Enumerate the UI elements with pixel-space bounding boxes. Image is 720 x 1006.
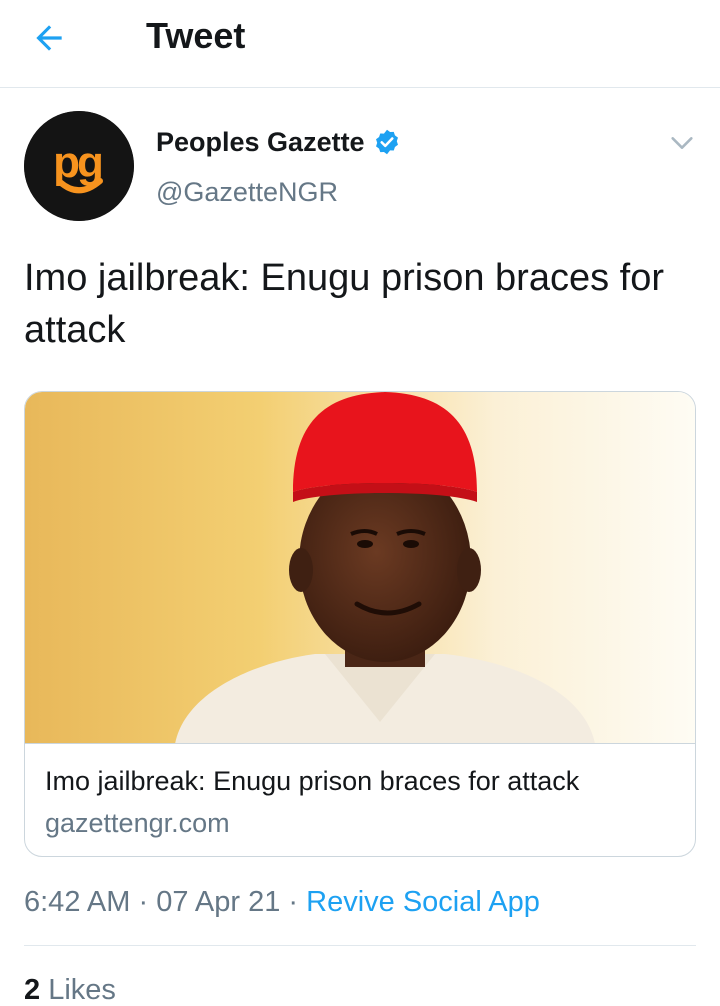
card-title: Imo jailbreak: Enugu prison braces for a… [45,766,580,796]
tweet-date[interactable]: 07 Apr 21 [156,886,280,918]
verified-badge-icon [375,129,398,155]
meta-separator: · [130,886,157,918]
user-handle[interactable]: @GazetteNGR [156,175,338,209]
likes-stat[interactable]: 2 Likes [24,972,116,1006]
tweet-text: Imo jailbreak: Enugu prison braces for a… [24,257,664,351]
likes-count: 2 [24,974,41,1006]
peoples-gazette-logo-icon: pg [24,111,134,221]
source-link[interactable]: Revive Social App [306,886,540,918]
tweet-time[interactable]: 6:42 AM [24,886,130,918]
meta-separator: · [280,886,307,918]
card-photo-image [25,392,695,743]
likes-label: Likes [48,974,116,1006]
display-name[interactable]: Peoples Gazette [156,125,365,159]
page-title: Tweet [146,15,246,56]
card-image[interactable] [25,392,695,744]
divider [24,945,696,946]
link-card[interactable]: Imo jailbreak: Enugu prison braces for a… [24,391,696,857]
back-button[interactable] [30,14,86,62]
avatar[interactable]: pg [24,111,134,221]
tweet-metadata: 6:42 AM · 07 Apr 21 · Revive Social App [24,884,540,920]
arrow-left-icon [36,25,62,51]
name-row: Peoples Gazette [156,125,401,159]
top-bar: Tweet [0,0,720,88]
chevron-down-icon[interactable] [668,129,696,157]
tweet-author-header: pg Peoples Gazette @GazetteNGR [24,111,696,221]
card-domain: gazettengr.com [45,808,230,838]
